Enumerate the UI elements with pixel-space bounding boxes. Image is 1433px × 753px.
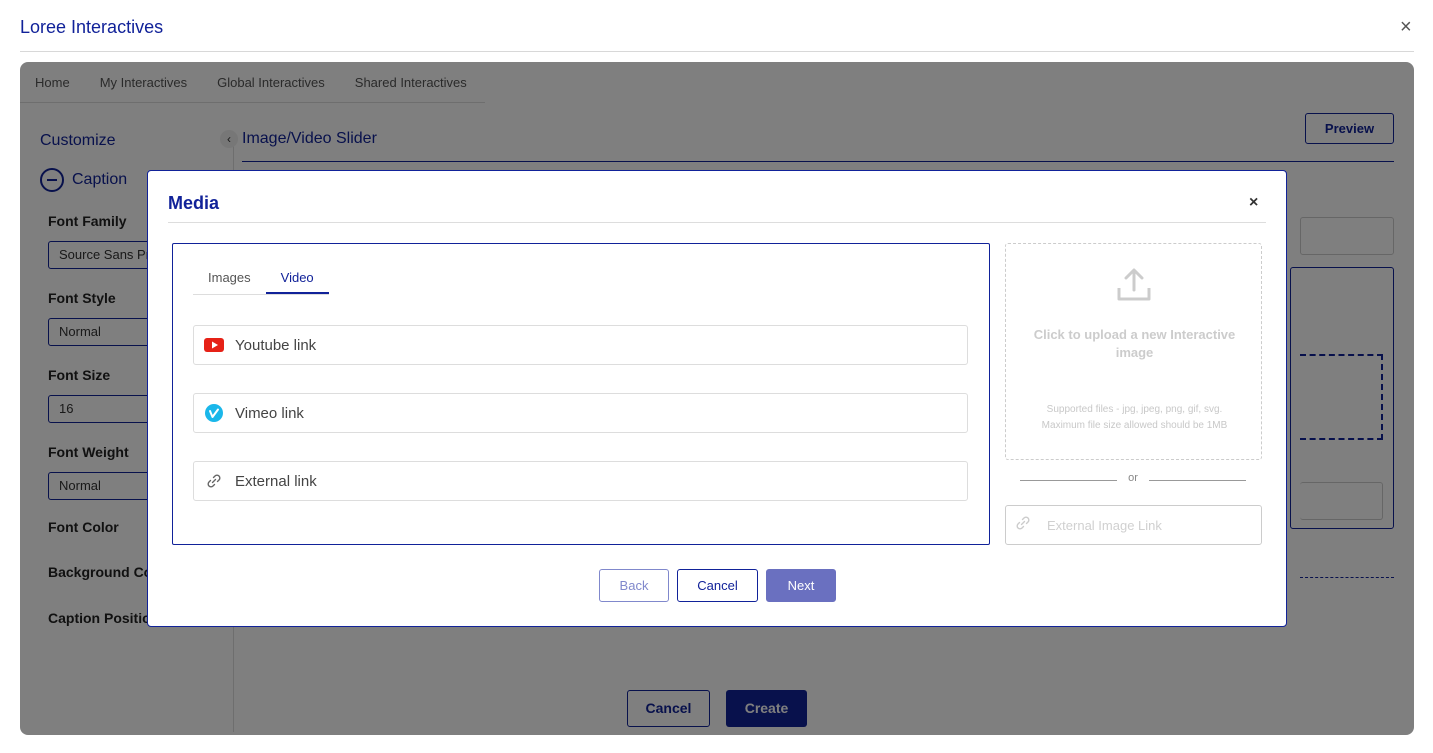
cancel-button[interactable]: Cancel — [677, 569, 758, 602]
modal-title: Media — [168, 193, 220, 213]
media-modal: Media × Images Video Youtube link Vimeo … — [147, 170, 1287, 627]
app-close-icon[interactable]: × — [1400, 15, 1412, 39]
upload-title: Click to upload a new Interactive image — [1033, 327, 1236, 360]
upload-supported-files: Supported files - jpg, jpeg, png, gif, s… — [1046, 404, 1223, 415]
upload-info: Supported files - jpg, jpeg, png, gif, s… — [1016, 402, 1253, 434]
external-image-link-placeholder: External Image Link — [1047, 517, 1162, 533]
tab-images[interactable]: Images — [193, 268, 266, 294]
next-button[interactable]: Next — [766, 569, 836, 602]
vimeo-icon — [203, 402, 225, 424]
upload-max-size: Maximum file size allowed should be 1MB — [1041, 420, 1228, 431]
or-text: or — [1128, 472, 1138, 484]
upload-icon — [1116, 268, 1152, 307]
external-link-placeholder: External link — [235, 472, 317, 490]
app-title: Loree Interactives — [20, 17, 164, 37]
link-icon — [1014, 514, 1032, 537]
link-icon — [203, 470, 225, 492]
external-link-input[interactable]: External link — [193, 461, 968, 501]
modal-title-rule — [168, 222, 1266, 223]
vimeo-link-placeholder: Vimeo link — [235, 404, 304, 422]
youtube-link-placeholder: Youtube link — [235, 336, 317, 354]
media-tabs: Images Video — [193, 268, 329, 295]
tab-video[interactable]: Video — [265, 268, 329, 294]
youtube-link-input[interactable]: Youtube link — [193, 325, 968, 365]
youtube-icon — [203, 334, 225, 356]
vimeo-link-input[interactable]: Vimeo link — [193, 393, 968, 433]
title-divider — [20, 51, 1414, 52]
video-links-card: Images Video Youtube link Vimeo link Ext… — [172, 243, 990, 545]
back-button[interactable]: Back — [599, 569, 669, 602]
external-image-link-input[interactable]: External Image Link — [1005, 505, 1262, 545]
or-divider: or — [1020, 471, 1246, 489]
upload-dropzone[interactable]: Click to upload a new Interactive image … — [1005, 243, 1262, 460]
modal-close-icon[interactable]: × — [1249, 193, 1258, 213]
